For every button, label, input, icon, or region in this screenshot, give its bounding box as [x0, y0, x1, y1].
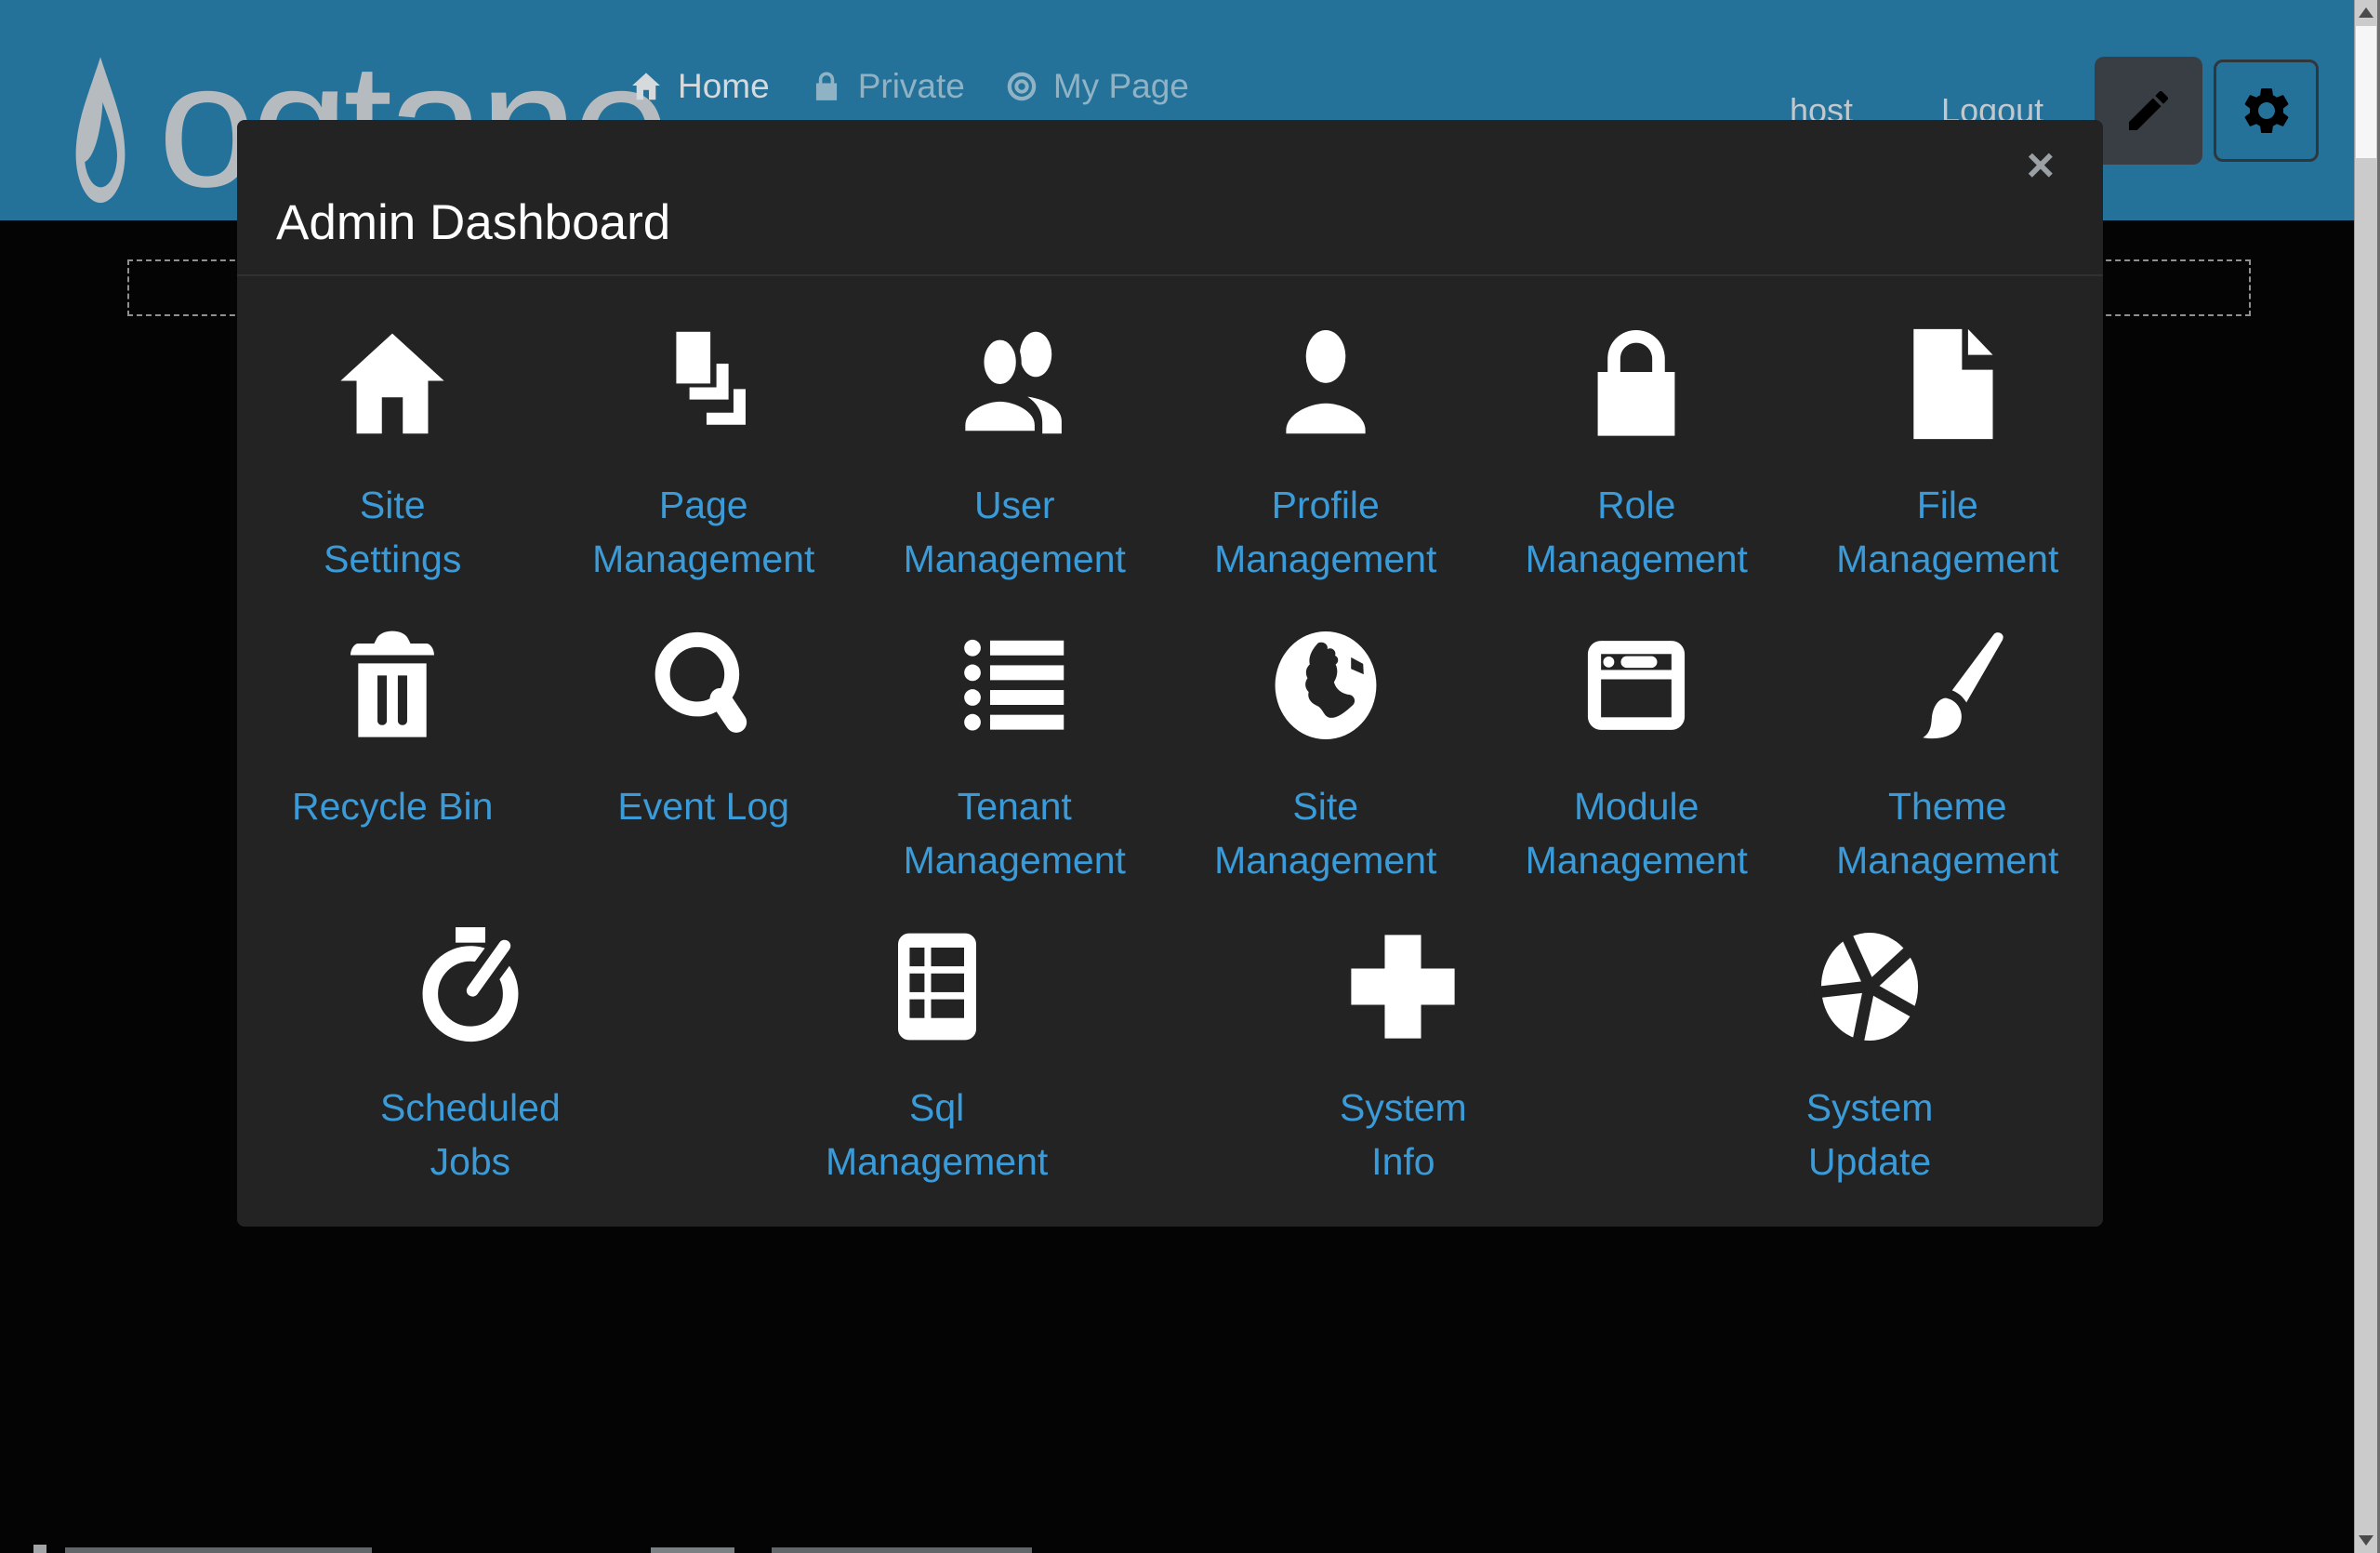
- tile-label: SiteManagement: [1214, 779, 1436, 887]
- droplet-logo-icon: [56, 48, 145, 223]
- tile-label: FileManagement: [1836, 478, 2058, 586]
- lock-icon: [1570, 318, 1702, 450]
- home-icon: [326, 318, 458, 450]
- edit-mode-button[interactable]: [2095, 57, 2202, 165]
- scrollbar-thumb[interactable]: [2356, 26, 2376, 158]
- tile-scheduled-jobs[interactable]: ScheduledJobs: [237, 921, 704, 1188]
- tile-label: UserManagement: [904, 478, 1126, 586]
- tile-label: SqlManagement: [826, 1081, 1048, 1188]
- list-icon: [948, 619, 1080, 751]
- table-icon: [871, 921, 1003, 1053]
- pages-icon: [638, 318, 770, 450]
- tile-label: Event Log: [617, 779, 789, 833]
- tile-theme-management[interactable]: ThemeManagement: [1792, 619, 2104, 887]
- gear-icon: [2239, 83, 2294, 139]
- globe-icon: [1260, 619, 1392, 751]
- admin-tile-grid: SiteSettings PageManagement UserManageme…: [237, 276, 2103, 1188]
- search-icon: [638, 619, 770, 751]
- target-icon: [1004, 69, 1039, 104]
- tile-label: TenantManagement: [904, 779, 1126, 887]
- tile-sql-management[interactable]: SqlManagement: [704, 921, 1170, 1188]
- nav-item-home[interactable]: Home: [628, 67, 770, 106]
- tile-label: ProfileManagement: [1214, 478, 1436, 586]
- tile-system-info[interactable]: SystemInfo: [1170, 921, 1637, 1188]
- brush-icon: [1882, 619, 2014, 751]
- tile-user-management[interactable]: UserManagement: [859, 318, 1170, 586]
- tile-label: ThemeManagement: [1836, 779, 2058, 887]
- tile-label: SiteSettings: [324, 478, 461, 586]
- vertical-scrollbar[interactable]: [2354, 0, 2380, 1553]
- tile-profile-management[interactable]: ProfileManagement: [1170, 318, 1482, 586]
- tile-label: PageManagement: [592, 478, 814, 586]
- window-icon: [1570, 619, 1702, 751]
- trash-icon: [326, 619, 458, 751]
- stopwatch-icon: [404, 921, 536, 1053]
- page: oqtane Home Private My Page host Logout …: [0, 0, 2380, 1553]
- tile-system-update[interactable]: SystemUpdate: [1636, 921, 2103, 1188]
- tile-label: Recycle Bin: [292, 779, 493, 833]
- modal-header: Admin Dashboard ×: [237, 120, 2103, 276]
- tile-row-1: SiteSettings PageManagement UserManageme…: [237, 318, 2103, 586]
- tile-module-management[interactable]: ModuleManagement: [1481, 619, 1792, 887]
- nav-label-home: Home: [678, 67, 770, 106]
- close-icon: ×: [2027, 139, 2055, 192]
- people-icon: [948, 318, 1080, 450]
- tile-event-log[interactable]: Event Log: [549, 619, 860, 887]
- scroll-up-arrow-icon[interactable]: [2359, 7, 2373, 18]
- tile-role-management[interactable]: RoleManagement: [1481, 318, 1792, 586]
- scroll-down-arrow-icon[interactable]: [2359, 1535, 2373, 1546]
- settings-button[interactable]: [2214, 60, 2319, 162]
- tile-label: SystemUpdate: [1806, 1081, 1934, 1188]
- admin-dashboard-modal: Admin Dashboard × SiteSettings PageManag…: [237, 120, 2103, 1227]
- nav-label-private: Private: [858, 67, 965, 106]
- person-icon: [1260, 318, 1392, 450]
- tile-label: ScheduledJobs: [380, 1081, 561, 1188]
- pencil-icon: [2122, 85, 2175, 137]
- tile-page-management[interactable]: PageManagement: [549, 318, 860, 586]
- nav-item-private[interactable]: Private: [809, 67, 965, 106]
- main-nav: Home Private My Page: [628, 67, 1189, 106]
- tile-label: ModuleManagement: [1526, 779, 1748, 887]
- tile-label: RoleManagement: [1526, 478, 1748, 586]
- tile-label: SystemInfo: [1340, 1081, 1467, 1188]
- file-icon: [1882, 318, 2014, 450]
- lock-icon: [809, 69, 844, 104]
- tile-row-3: ScheduledJobs SqlManagement SystemInfo S…: [237, 921, 2103, 1188]
- tile-recycle-bin[interactable]: Recycle Bin: [237, 619, 549, 887]
- home-icon: [628, 69, 664, 104]
- tile-site-settings[interactable]: SiteSettings: [237, 318, 549, 586]
- plus-icon: [1337, 921, 1469, 1053]
- tile-file-management[interactable]: FileManagement: [1792, 318, 2104, 586]
- tile-row-2: Recycle Bin Event Log TenantManagement S…: [237, 619, 2103, 887]
- nav-label-my-page: My Page: [1053, 67, 1189, 106]
- shutter-icon: [1804, 921, 1936, 1053]
- nav-item-my-page[interactable]: My Page: [1004, 67, 1189, 106]
- tile-tenant-management[interactable]: TenantManagement: [859, 619, 1170, 887]
- close-button[interactable]: ×: [2021, 140, 2060, 191]
- tile-site-management[interactable]: SiteManagement: [1170, 619, 1482, 887]
- modal-title: Admin Dashboard: [276, 194, 670, 251]
